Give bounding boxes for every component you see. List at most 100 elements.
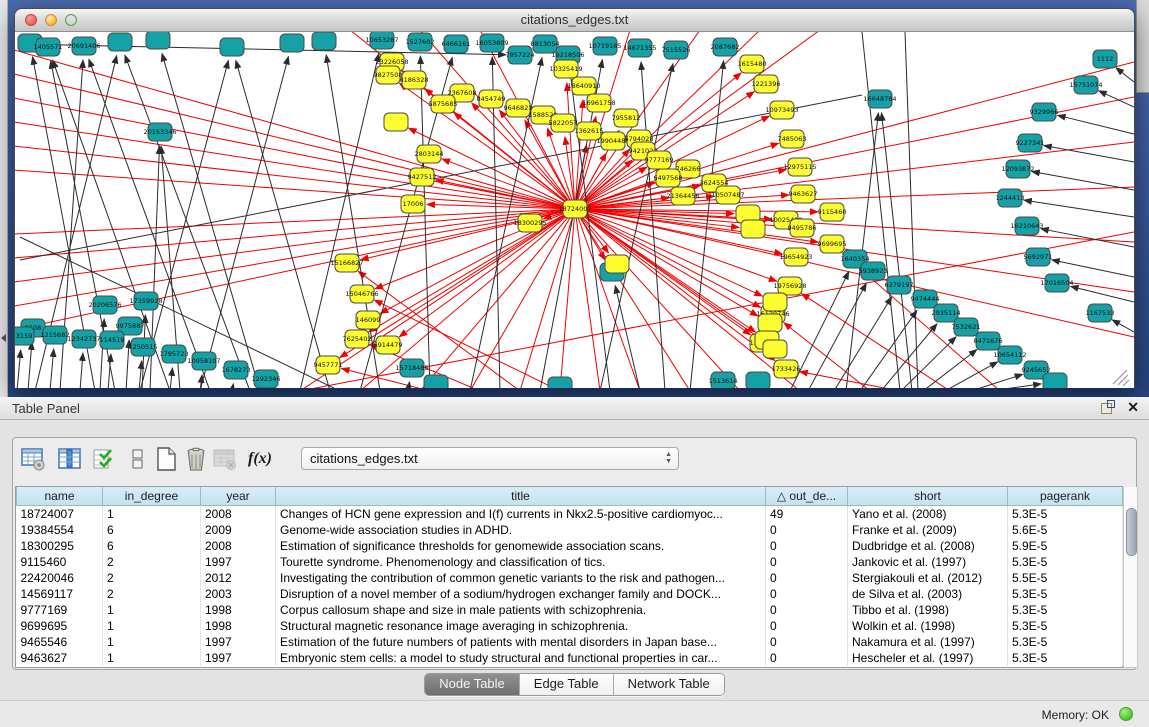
- table-cell[interactable]: 49: [766, 506, 848, 523]
- table-cell[interactable]: 9115460: [17, 554, 103, 570]
- table-cell[interactable]: Genome-wide association studies in ADHD.: [276, 522, 766, 538]
- citation-edge-red[interactable]: [575, 209, 600, 388]
- graph-node-teal[interactable]: 1527602: [406, 33, 435, 51]
- table-cell[interactable]: Tourette syndrome. Phenomenology and cla…: [276, 554, 766, 570]
- table-cell[interactable]: 18300295: [17, 538, 103, 554]
- table-cell[interactable]: 5.3E-5: [1008, 602, 1123, 618]
- table-cell[interactable]: 19384554: [17, 522, 103, 538]
- citation-edge-black[interactable]: [882, 113, 912, 388]
- graph-node-yellow[interactable]: [741, 220, 765, 238]
- table-cell[interactable]: 2008: [201, 538, 276, 554]
- table-cell[interactable]: 5.3E-5: [1008, 650, 1123, 666]
- network-window-titlebar[interactable]: citations_edges.txt: [15, 9, 1134, 32]
- citation-edge-red[interactable]: [15, 209, 575, 282]
- citation-edge-red[interactable]: [15, 209, 575, 258]
- graph-node-teal[interactable]: 7532621: [952, 318, 981, 336]
- graph-node-teal[interactable]: 5692971: [1024, 248, 1053, 266]
- graph-node-teal[interactable]: 1215682: [41, 326, 70, 344]
- graph-node-teal[interactable]: 20691406: [67, 37, 100, 55]
- table-row[interactable]: 969969511998Structural magnetic resonanc…: [17, 618, 1123, 634]
- graph-node-teal[interactable]: 2087682: [711, 38, 740, 56]
- graph-node-teal[interactable]: 15718485: [395, 359, 428, 377]
- table-cell[interactable]: Hescheler et al. (1997): [848, 650, 1008, 666]
- table-cell[interactable]: 1997: [201, 554, 276, 570]
- graph-node-yellow[interactable]: 7955812: [612, 109, 641, 127]
- graph-node-teal[interactable]: 1405571: [34, 38, 63, 56]
- graph-node-teal[interactable]: 7857224: [506, 46, 535, 64]
- citation-edge-red[interactable]: [560, 209, 575, 388]
- citation-edge-black[interactable]: [1058, 115, 1134, 134]
- citation-edge-red[interactable]: [575, 209, 1134, 242]
- graph-node-yellow[interactable]: 18724007: [558, 200, 591, 218]
- graph-node-teal[interactable]: 9329966: [1030, 103, 1059, 121]
- citation-edge-black[interactable]: [690, 61, 724, 388]
- graph-node-yellow[interactable]: 9463627: [789, 185, 818, 203]
- table-cell[interactable]: Jankovic et al. (1997): [848, 554, 1008, 570]
- table-cell[interactable]: 9777169: [17, 602, 103, 618]
- graph-node-yellow[interactable]: 5822057: [549, 114, 578, 132]
- graph-node-yellow[interactable]: 1221396: [752, 75, 781, 93]
- table-row[interactable]: 946554611997Estimation of the future num…: [17, 634, 1123, 650]
- graph-node-yellow[interactable]: [605, 255, 629, 273]
- graph-node-teal[interactable]: 114519: [100, 331, 125, 349]
- graph-node-teal[interactable]: 10719185: [588, 37, 621, 55]
- citation-edge-black[interactable]: [170, 368, 172, 388]
- table-cell[interactable]: 22420046: [17, 570, 103, 586]
- table-cell[interactable]: 1: [103, 602, 201, 618]
- table-cell[interactable]: de Silva et al. (2003): [848, 586, 1008, 602]
- table-cell[interactable]: 0: [766, 650, 848, 666]
- table-cell[interactable]: 5.3E-5: [1008, 506, 1123, 523]
- citation-edge-red[interactable]: [575, 209, 761, 307]
- graph-node-yellow[interactable]: 1733426: [772, 360, 801, 378]
- table-row[interactable]: 977716911998Corpus callosum shape and si…: [17, 602, 1123, 618]
- table-cell[interactable]: 18724007: [17, 506, 103, 523]
- graph-node-teal[interactable]: [548, 377, 572, 388]
- citation-edge-black[interactable]: [1099, 91, 1134, 107]
- table-row[interactable]: 1830029562008Estimation of significance …: [17, 538, 1123, 554]
- citation-edge-red[interactable]: [470, 209, 575, 388]
- graph-node-teal[interactable]: 10958107: [187, 352, 220, 370]
- citation-edge-black[interactable]: [1032, 171, 1134, 190]
- graph-node-teal[interactable]: 10653287: [365, 32, 398, 49]
- graph-node-teal[interactable]: [108, 33, 132, 51]
- graph-node-yellow[interactable]: 18640910: [567, 77, 600, 95]
- column-header[interactable]: year: [201, 487, 276, 506]
- tab-edge-table[interactable]: Edge Table: [520, 674, 614, 695]
- graph-node-teal[interactable]: 16053809: [475, 34, 508, 52]
- citation-edge-black[interactable]: [923, 350, 977, 388]
- graph-node-teal[interactable]: [424, 375, 448, 388]
- graph-node-teal[interactable]: 20153346: [143, 123, 176, 141]
- table-cell[interactable]: 5.9E-5: [1008, 538, 1123, 554]
- citation-edge-black[interactable]: [615, 286, 640, 388]
- table-selector-dropdown[interactable]: citations_edges.txt ▲▼: [301, 447, 679, 470]
- table-row[interactable]: 2242004622012Investigating the contribut…: [17, 570, 1123, 586]
- close-panel-icon[interactable]: ✕: [1127, 400, 1139, 414]
- table-cell[interactable]: 2: [103, 570, 201, 586]
- table-cell[interactable]: 9465546: [17, 634, 103, 650]
- graph-node-teal[interactable]: 6466161: [442, 35, 471, 53]
- graph-node-teal[interactable]: 1292346: [252, 370, 281, 388]
- citation-edge-red[interactable]: [360, 209, 575, 388]
- citation-edge-red[interactable]: [520, 209, 575, 388]
- table-cell[interactable]: 5.3E-5: [1008, 586, 1123, 602]
- function-icon[interactable]: f(x): [248, 446, 282, 472]
- citation-edge-black[interactable]: [971, 374, 1023, 388]
- graph-node-teal[interactable]: 7515526: [662, 41, 691, 59]
- table-cell[interactable]: 1: [103, 634, 201, 650]
- table-cell[interactable]: Disruption of a novel member of a sodium…: [276, 586, 766, 602]
- column-header[interactable]: pagerank: [1008, 487, 1123, 506]
- graph-node-yellow[interactable]: [758, 314, 782, 332]
- graph-node-teal[interactable]: 17016504: [1040, 274, 1073, 292]
- citation-edge-black[interactable]: [80, 353, 83, 388]
- table-cell[interactable]: Structural magnetic resonance image aver…: [276, 618, 766, 634]
- table-settings-icon[interactable]: [20, 446, 46, 472]
- graph-node-teal[interactable]: 12093872: [1001, 160, 1034, 178]
- graph-node-teal[interactable]: 14671355: [623, 39, 656, 57]
- table-cell[interactable]: 5.3E-5: [1008, 554, 1123, 570]
- graph-node-teal[interactable]: 1112: [1093, 50, 1117, 68]
- graph-node-teal[interactable]: 33159: [15, 327, 34, 345]
- table-cell[interactable]: Tibbo et al. (1998): [848, 602, 1008, 618]
- table-cell[interactable]: 1997: [201, 634, 276, 650]
- citation-edge-black[interactable]: [1116, 68, 1134, 82]
- graph-node-yellow[interactable]: 5875685: [429, 95, 458, 113]
